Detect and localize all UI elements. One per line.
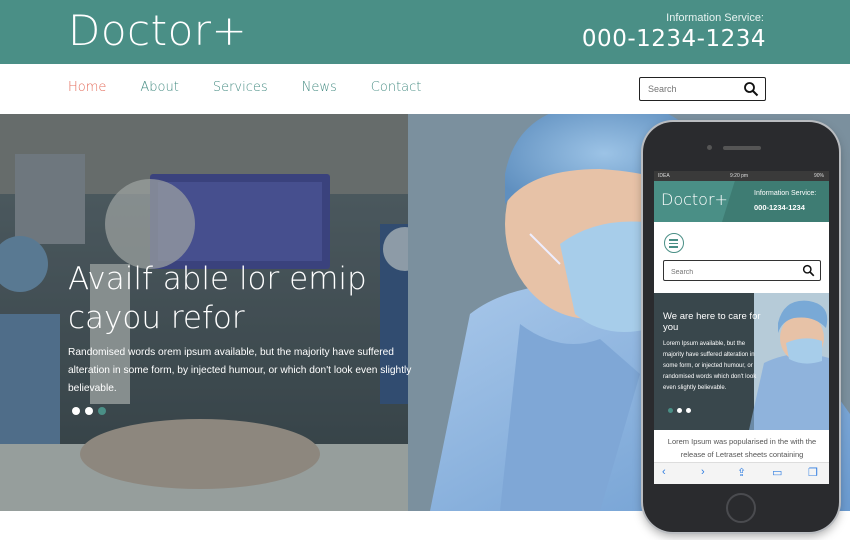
hero-title: Availf able lor emip cayou refor: [68, 261, 367, 336]
nav-item-home[interactable]: Home: [68, 80, 106, 95]
slider-dot-3[interactable]: [98, 407, 106, 415]
mobile-hero: We are here to care for you Lorem Ipsum …: [654, 293, 829, 430]
main-nav: Home About Services News Contact: [68, 80, 455, 95]
mobile-search-box: [663, 260, 821, 282]
mobile-hero-title: We are here to care for you: [663, 311, 761, 333]
back-icon[interactable]: ‹: [662, 466, 666, 478]
phone-camera: [707, 145, 712, 150]
status-bar: IDEA 9:20 pm 90%: [654, 171, 829, 181]
mobile-search-input[interactable]: [664, 263, 794, 282]
forward-icon[interactable]: ›: [701, 466, 705, 478]
slider-dots: [72, 407, 106, 415]
mobile-slider-dots: [668, 408, 691, 413]
phone-speaker: [723, 146, 761, 150]
status-battery: 90%: [813, 173, 824, 179]
mobile-header: Doctor+ Information Service: 000-1234-12…: [654, 181, 829, 222]
phone-screen: IDEA 9:20 pm 90% Doctor+ Information Ser…: [654, 171, 829, 484]
share-icon[interactable]: ⇪: [737, 466, 746, 479]
phone-mockup: IDEA 9:20 pm 90% Doctor+ Information Ser…: [643, 122, 839, 532]
mobile-search-icon[interactable]: [802, 264, 815, 277]
mobile-phone-number: 000-1234-1234: [754, 203, 805, 212]
mobile-logo[interactable]: Doctor+: [661, 190, 728, 209]
search-box: [639, 77, 766, 101]
nav-item-contact[interactable]: Contact: [371, 80, 422, 95]
tabs-icon[interactable]: ❐: [808, 466, 818, 479]
nav-bar: Home About Services News Contact: [0, 64, 850, 114]
mobile-info-label: Information Service:: [754, 190, 817, 197]
search-icon[interactable]: [743, 81, 759, 97]
nav-item-services[interactable]: Services: [213, 80, 268, 95]
status-carrier: IDEA: [658, 173, 670, 179]
slider-dot-1[interactable]: [72, 407, 80, 415]
hero-description: Randomised words orem ipsum available, b…: [68, 347, 412, 394]
nav-item-news[interactable]: News: [302, 80, 337, 95]
status-time: 9:20 pm: [730, 173, 749, 179]
nav-item-about[interactable]: About: [140, 80, 178, 95]
bookmarks-icon[interactable]: ▭: [772, 466, 782, 479]
page: Doctor+ Information Service: 000-1234-12…: [0, 0, 850, 540]
mobile-slider-dot-3[interactable]: [686, 408, 691, 413]
mobile-hero-text: Lorem Ipsum available, but the majority …: [663, 341, 757, 391]
search-input[interactable]: [640, 78, 740, 100]
browser-toolbar: ‹ › ⇪ ▭ ❐: [654, 462, 829, 484]
info-service-label: Information Service:: [666, 12, 764, 24]
mobile-slider-dot-2[interactable]: [677, 408, 682, 413]
phone-number: 000-1234-1234: [581, 26, 766, 52]
slider-dot-2[interactable]: [85, 407, 93, 415]
site-logo[interactable]: Doctor+: [68, 6, 247, 56]
mobile-body-text: Lorem Ipsum was popularised in the with …: [667, 437, 817, 459]
hamburger-menu-icon[interactable]: [664, 233, 684, 253]
header-bar: Doctor+ Information Service: 000-1234-12…: [0, 0, 850, 64]
home-button[interactable]: [726, 493, 756, 523]
mobile-slider-dot-1[interactable]: [668, 408, 673, 413]
mobile-header-stripe: [722, 181, 829, 222]
